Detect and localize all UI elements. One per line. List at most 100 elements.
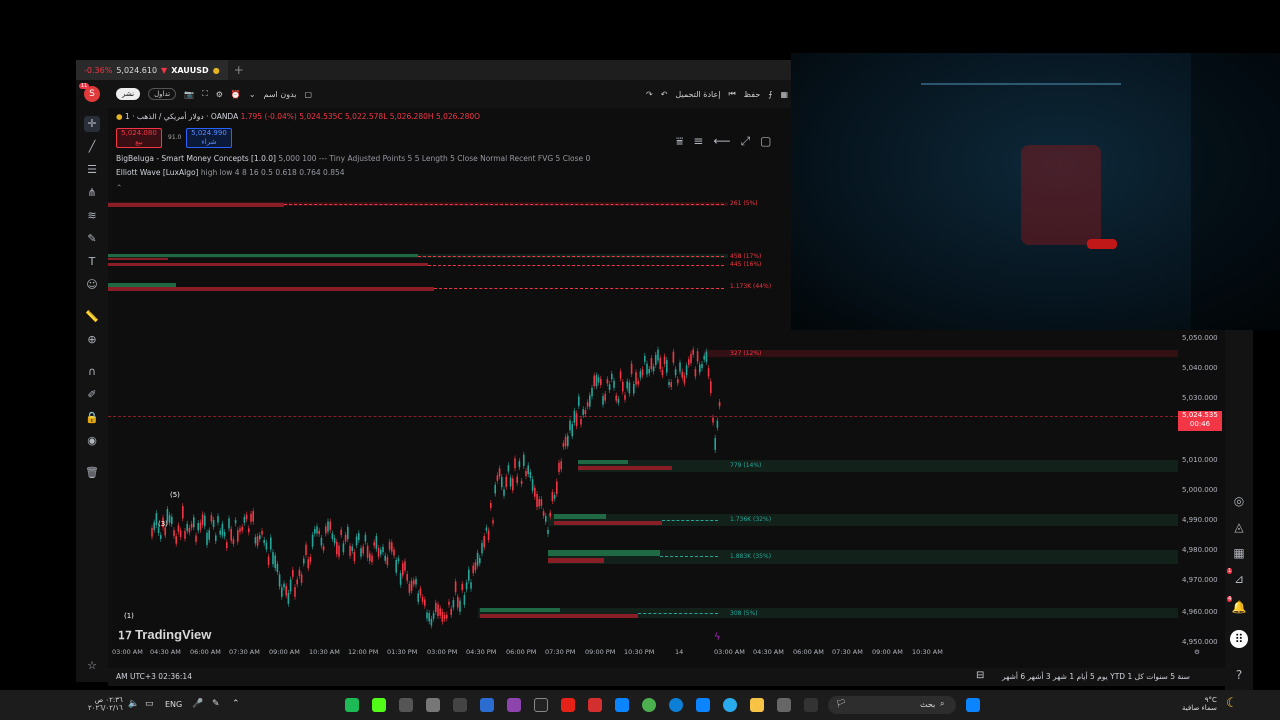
chevron-down-icon[interactable]: ⌄: [249, 90, 256, 99]
trash-icon[interactable]: 🗑: [84, 465, 100, 481]
time-tick: 09:00 AM: [269, 648, 300, 656]
reload-label[interactable]: إعادة التحميل: [675, 90, 720, 99]
edge-icon[interactable]: [669, 698, 683, 712]
horizontal-lines-icon[interactable]: ☰: [84, 162, 100, 178]
calendar-icon[interactable]: ▦: [1230, 544, 1248, 562]
layers-icon[interactable]: ◬: [1230, 518, 1248, 536]
windows-taskbar: ٠٢:٣٦ ص ٢٠٢٦/٠٢/١٦ 🔈 ▭ ENG 🎤 ✎ ⌃ 🏳 بحث ⌕…: [0, 690, 1280, 720]
favorites-icon[interactable]: ☆: [84, 658, 100, 674]
notification-badge: 11: [79, 83, 90, 89]
mic-icon[interactable]: 🎤: [192, 699, 203, 709]
network-icon[interactable]: ▭: [145, 699, 154, 709]
current-price: 5,024.535: [1182, 411, 1218, 419]
target-icon[interactable]: ◎: [1230, 492, 1248, 510]
watermark-text: TradingView: [135, 627, 212, 642]
ruler-icon[interactable]: 📏: [84, 309, 100, 325]
language-indicator[interactable]: ENG: [165, 700, 182, 709]
layout-name[interactable]: بدون اسم: [264, 90, 297, 99]
moon-icon: ☾: [1226, 696, 1238, 711]
bell-icon[interactable]: 🔔: [1230, 598, 1248, 616]
app-icon[interactable]: [426, 698, 440, 712]
crosshair-icon[interactable]: ✛: [84, 116, 100, 132]
price-tick: 4,970.000: [1182, 576, 1218, 584]
wave-label: (5): [170, 491, 180, 499]
wave-label: (3): [158, 520, 168, 528]
volume-icon[interactable]: 🔈: [128, 699, 139, 709]
app-icon[interactable]: [372, 698, 386, 712]
search-box[interactable]: 🏳 بحث ⌕: [828, 696, 956, 714]
range-buttons[interactable]: يوم 5 أيام 1 شهر 3 أشهر 6 أشهر YTD 1 سنة…: [1002, 672, 1190, 681]
redo-icon[interactable]: ↷: [646, 90, 653, 99]
tray-clock[interactable]: ٠٢:٣٦ ص ٢٠٢٦/٠٢/١٦: [88, 696, 123, 712]
weather-temp: ٩°C: [1204, 696, 1217, 704]
file-explorer-icon[interactable]: [750, 698, 764, 712]
publish-button[interactable]: نشر: [116, 88, 141, 100]
app-icon[interactable]: [453, 698, 467, 712]
app-icon[interactable]: [507, 698, 521, 712]
indicators-icon[interactable]: ⨍: [768, 90, 772, 99]
trendline-icon[interactable]: ╱: [84, 139, 100, 155]
task-view-icon[interactable]: [804, 698, 818, 712]
chevron-up-icon[interactable]: ⌃: [232, 699, 240, 709]
time-tick: 03:00 AM: [112, 648, 143, 656]
symbol-tab[interactable]: -0.36% 5,024.610 ▼ XAUUSD ●: [76, 60, 228, 80]
time-tick: 07:30 AM: [229, 648, 260, 656]
time-tick: 06:00 AM: [190, 648, 221, 656]
time-tick: 06:00 PM: [506, 648, 537, 656]
zoom-icon[interactable]: ⊕: [84, 332, 100, 348]
app-icon[interactable]: [480, 698, 494, 712]
text-icon[interactable]: T: [84, 254, 100, 270]
time-axis[interactable]: 03:00 AM 04:30 AM 06:00 AM 07:30 AM 09:0…: [108, 648, 1225, 662]
date-range-icon[interactable]: ⊟: [976, 670, 984, 681]
app-icon[interactable]: [345, 698, 359, 712]
price-tick: 5,030.000: [1182, 394, 1218, 402]
settings-icon[interactable]: ⚙: [1194, 648, 1200, 656]
help-icon[interactable]: ?: [1230, 666, 1248, 684]
time-tick: 01:30 PM: [387, 648, 418, 656]
tray-time: ٠٢:٣٦ ص: [94, 696, 123, 704]
signal-icon[interactable]: ⊿: [1230, 570, 1248, 588]
undo-icon[interactable]: ↶: [661, 90, 668, 99]
tradingview-icon[interactable]: [534, 698, 548, 712]
price-axis[interactable]: 5,050.000 5,040.000 5,030.000 5,010.000 …: [1178, 330, 1225, 660]
telegram-icon[interactable]: [723, 698, 737, 712]
chrome-icon[interactable]: [642, 698, 656, 712]
time-tick: 14: [675, 648, 684, 656]
settings-icon[interactable]: ⚙: [216, 90, 223, 99]
clock-timezone[interactable]: AM UTC+3 02:36:14: [116, 672, 192, 681]
down-arrow-icon: ▼: [161, 65, 168, 75]
camera-icon[interactable]: 📷: [184, 90, 194, 99]
app-icon[interactable]: [615, 698, 629, 712]
layout-square-icon[interactable]: ▢: [305, 90, 313, 99]
save-label[interactable]: حفظ: [744, 90, 761, 99]
lightning-icon[interactable]: ϟ: [714, 632, 721, 643]
fullscreen-icon[interactable]: ⛶: [202, 89, 208, 99]
app-icon[interactable]: [777, 698, 791, 712]
replay-icon[interactable]: ⏮: [728, 89, 735, 99]
fib-icon[interactable]: ≋: [84, 208, 100, 224]
time-tick: 10:30 PM: [624, 648, 655, 656]
price-tick: 4,990.000: [1182, 516, 1218, 524]
alert-icon[interactable]: ⏰: [231, 90, 241, 99]
emoji-icon[interactable]: ☺: [84, 277, 100, 293]
trade-button[interactable]: تداول: [148, 88, 177, 100]
camera-app-icon[interactable]: [399, 698, 413, 712]
youtube-icon[interactable]: [561, 698, 575, 712]
apps-grid-icon[interactable]: ⠿: [1230, 630, 1248, 648]
pitchfork-icon[interactable]: ⋔: [84, 185, 100, 201]
brush-icon[interactable]: ✎: [84, 231, 100, 247]
app-icon[interactable]: [696, 698, 710, 712]
app-icon[interactable]: [588, 698, 602, 712]
magnet-icon[interactable]: ∩: [84, 364, 100, 380]
pen-lock-icon[interactable]: ✐: [84, 387, 100, 403]
flag-icon: 🏳: [836, 699, 847, 708]
windows-start-icon[interactable]: [966, 698, 980, 712]
eye-icon[interactable]: ◉: [84, 433, 100, 449]
lock-icon[interactable]: 🔒: [84, 410, 100, 426]
weather-widget[interactable]: ٩°C سماء صافية: [1182, 696, 1217, 712]
grid-icon[interactable]: ▦: [780, 90, 788, 99]
wave-label: (1): [124, 612, 134, 620]
add-tab-button[interactable]: +: [234, 63, 244, 77]
price-tick: 5,000.000: [1182, 486, 1218, 494]
pen-icon[interactable]: ✎: [212, 699, 220, 709]
